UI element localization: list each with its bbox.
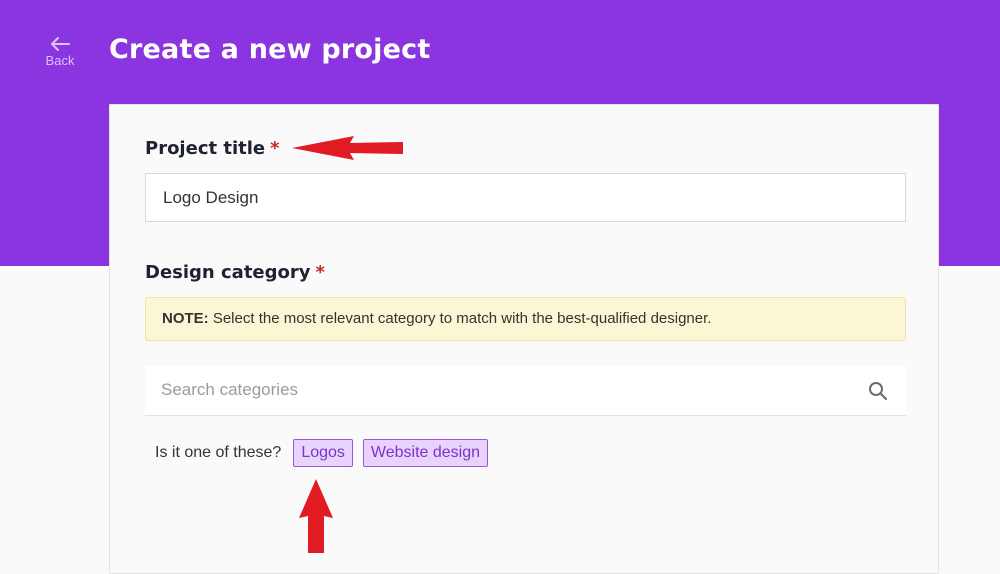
project-form-card: Project title* Design category* NOTE: Se… bbox=[109, 104, 939, 574]
search-icon[interactable] bbox=[868, 381, 888, 401]
back-label: Back bbox=[45, 53, 75, 68]
category-note: NOTE: Select the most relevant category … bbox=[145, 297, 906, 341]
project-title-label-text: Project title bbox=[145, 138, 266, 159]
annotation-arrow-left-icon bbox=[292, 136, 403, 160]
page-title: Create a new project bbox=[109, 34, 431, 65]
chip-website-design[interactable]: Website design bbox=[362, 439, 489, 467]
chip-logos[interactable]: Logos bbox=[293, 439, 353, 467]
search-categories-input[interactable] bbox=[145, 366, 857, 414]
note-text: Select the most relevant category to mat… bbox=[208, 310, 712, 327]
category-search bbox=[145, 366, 906, 416]
annotation-arrow-up-icon bbox=[299, 479, 333, 553]
required-mark: * bbox=[270, 138, 280, 159]
required-mark: * bbox=[315, 262, 325, 283]
suggestion-prompt: Is it one of these? bbox=[155, 444, 282, 461]
back-button[interactable]: Back bbox=[38, 36, 82, 68]
project-title-input[interactable] bbox=[145, 173, 906, 222]
design-category-label: Design category * bbox=[145, 262, 325, 283]
arrow-left-icon bbox=[51, 37, 70, 51]
design-category-label-text: Design category bbox=[145, 262, 311, 283]
project-title-label: Project title * bbox=[145, 138, 280, 159]
note-prefix: NOTE: bbox=[162, 310, 209, 327]
category-suggestions: Is it one of these? Logos Website design bbox=[155, 438, 498, 468]
